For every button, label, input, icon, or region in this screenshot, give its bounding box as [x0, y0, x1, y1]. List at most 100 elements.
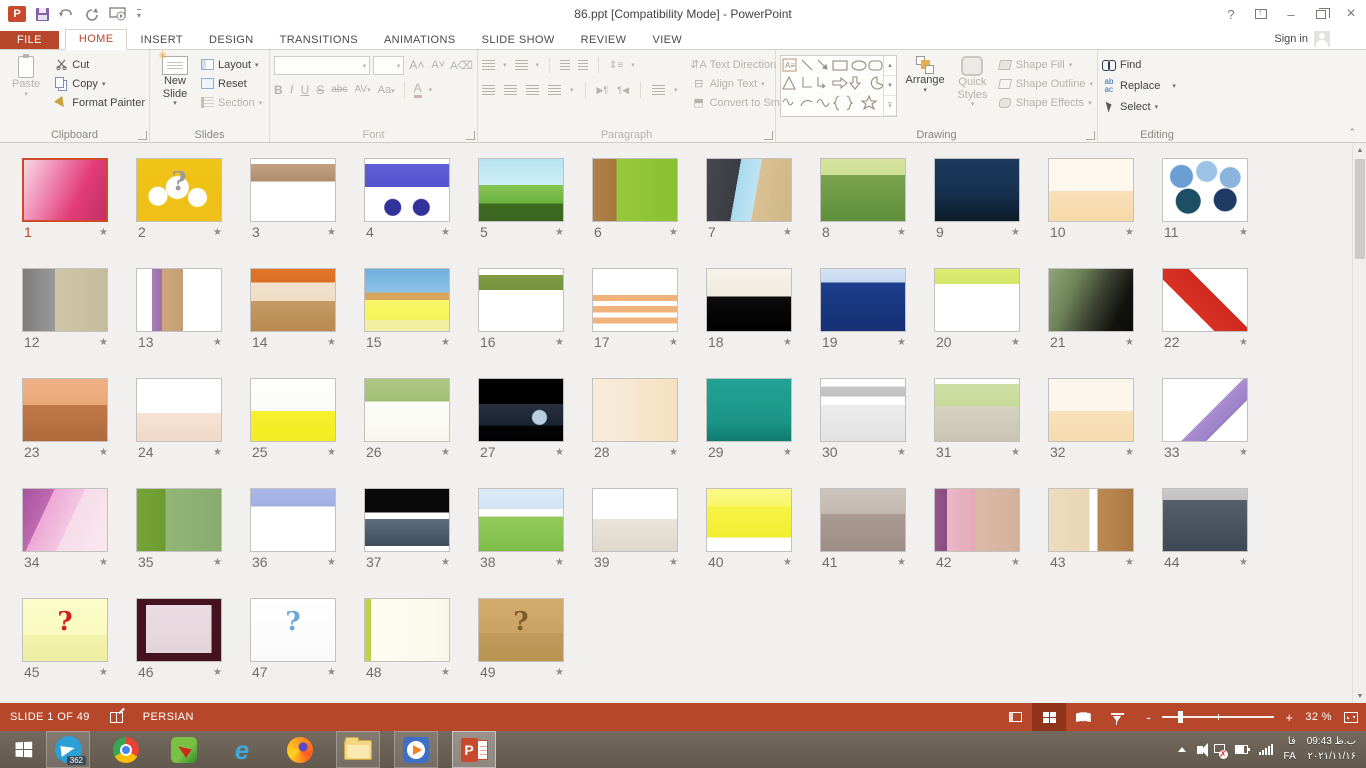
transition-star-icon[interactable]: ★	[783, 227, 792, 238]
slide-thumbnail-39[interactable]	[592, 488, 678, 552]
zoom-in-button[interactable]: +	[1281, 703, 1301, 731]
bullets-button[interactable]	[482, 60, 495, 70]
italic-button[interactable]: I	[290, 82, 294, 97]
slide-thumbnail-35[interactable]	[136, 488, 222, 552]
font-color-button[interactable]: A	[414, 81, 422, 98]
collapse-ribbon-button[interactable]: ⌃	[1348, 127, 1356, 138]
slide-thumbnail-4[interactable]	[364, 158, 450, 222]
slide-thumbnail-11[interactable]	[1162, 158, 1248, 222]
help-button[interactable]: ?	[1216, 0, 1246, 28]
save-icon[interactable]	[36, 8, 49, 21]
transition-star-icon[interactable]: ★	[99, 227, 108, 238]
slide-thumbnail-2[interactable]: ?	[136, 158, 222, 222]
slide-thumbnail-45[interactable]: ?	[22, 598, 108, 662]
action-center-icon[interactable]	[1214, 744, 1224, 756]
new-slide-button[interactable]: New Slide▾	[154, 53, 196, 112]
slide-thumbnail-43[interactable]	[1048, 488, 1134, 552]
slide-thumbnail-5[interactable]	[478, 158, 564, 222]
scroll-up-icon[interactable]: ▲	[1353, 143, 1366, 157]
normal-view-button[interactable]	[998, 703, 1032, 731]
slide-thumbnail-7[interactable]	[706, 158, 792, 222]
transition-star-icon[interactable]: ★	[1239, 447, 1248, 458]
increase-indent-button[interactable]	[578, 60, 588, 70]
left-to-right-button[interactable]: ▶¶	[597, 85, 609, 96]
transition-star-icon[interactable]: ★	[99, 447, 108, 458]
transition-star-icon[interactable]: ★	[669, 227, 678, 238]
increase-font-size-button[interactable]: A˄	[407, 56, 426, 75]
battery-icon[interactable]	[1235, 745, 1248, 754]
columns-button[interactable]	[652, 85, 665, 95]
transition-star-icon[interactable]: ★	[669, 557, 678, 568]
slide-thumbnail-41[interactable]	[820, 488, 906, 552]
tab-insert[interactable]: INSERT	[127, 31, 196, 50]
transition-star-icon[interactable]: ★	[783, 337, 792, 348]
tab-file[interactable]: FILE	[0, 31, 59, 50]
tab-design[interactable]: DESIGN	[196, 31, 267, 50]
gallery-scroll-up-icon[interactable]: ▲	[884, 56, 896, 76]
clear-formatting-button[interactable]: A⌫	[450, 56, 473, 75]
transition-star-icon[interactable]: ★	[327, 447, 336, 458]
transition-star-icon[interactable]: ★	[555, 337, 564, 348]
slide-thumbnail-17[interactable]	[592, 268, 678, 332]
section-button[interactable]: Section▾	[200, 93, 262, 112]
transition-star-icon[interactable]: ★	[1011, 447, 1020, 458]
volume-icon[interactable]	[1197, 746, 1203, 754]
slide-sorter-view-button[interactable]	[1032, 703, 1066, 731]
zoom-slider-thumb[interactable]	[1178, 711, 1183, 723]
transition-star-icon[interactable]: ★	[555, 557, 564, 568]
transition-star-icon[interactable]: ★	[669, 447, 678, 458]
transition-star-icon[interactable]: ★	[1125, 337, 1134, 348]
shape-effects-button[interactable]: Shape Effects▾	[998, 93, 1093, 112]
find-button[interactable]: Find	[1102, 55, 1212, 74]
taskbar-file-explorer[interactable]	[336, 731, 380, 768]
transition-star-icon[interactable]: ★	[1011, 227, 1020, 238]
fit-slide-to-window-button[interactable]	[1344, 712, 1358, 723]
transition-star-icon[interactable]: ★	[669, 337, 678, 348]
transition-star-icon[interactable]: ★	[897, 337, 906, 348]
slide-thumbnail-19[interactable]	[820, 268, 906, 332]
transition-star-icon[interactable]: ★	[897, 557, 906, 568]
bold-button[interactable]: B	[274, 83, 283, 97]
transition-star-icon[interactable]: ★	[441, 667, 450, 678]
slide-thumbnail-16[interactable]	[478, 268, 564, 332]
slide-thumbnail-28[interactable]	[592, 378, 678, 442]
transition-star-icon[interactable]: ★	[1125, 227, 1134, 238]
quick-styles-button[interactable]: Quick Styles▾	[953, 53, 992, 117]
slide-thumbnail-10[interactable]	[1048, 158, 1134, 222]
transition-star-icon[interactable]: ★	[213, 557, 222, 568]
slide-thumbnail-33[interactable]	[1162, 378, 1248, 442]
tab-slide-show[interactable]: SLIDE SHOW	[469, 31, 568, 50]
transition-star-icon[interactable]: ★	[213, 227, 222, 238]
taskbar-powerpoint[interactable]: P	[452, 731, 496, 768]
copy-button[interactable]: Copy▾	[54, 74, 145, 93]
language-indicator[interactable]: PERSIAN	[133, 703, 204, 731]
slide-thumbnail-22[interactable]	[1162, 268, 1248, 332]
slide-thumbnail-25[interactable]	[250, 378, 336, 442]
transition-star-icon[interactable]: ★	[327, 557, 336, 568]
change-case-button[interactable]: Aa▾	[378, 84, 395, 96]
minimize-button[interactable]: –	[1276, 0, 1306, 28]
slide-thumbnail-12[interactable]	[22, 268, 108, 332]
sign-in[interactable]: Sign in	[1274, 31, 1330, 47]
slide-show-button[interactable]	[1100, 703, 1134, 731]
transition-star-icon[interactable]: ★	[897, 447, 906, 458]
start-button[interactable]	[0, 731, 46, 768]
font-size-combo[interactable]: ▾	[373, 56, 404, 75]
ribbon-display-options-button[interactable]	[1246, 0, 1276, 28]
replace-button[interactable]: abac Replace▾	[1102, 76, 1212, 95]
network-signal-icon[interactable]	[1259, 744, 1273, 755]
slide-thumbnail-1[interactable]	[22, 158, 108, 222]
scroll-down-icon[interactable]: ▼	[1353, 689, 1366, 703]
shape-fill-button[interactable]: Shape Fill▾	[998, 55, 1093, 74]
decrease-indent-button[interactable]	[560, 60, 570, 70]
start-from-beginning-icon[interactable]	[109, 7, 127, 21]
transition-star-icon[interactable]: ★	[441, 557, 450, 568]
slide-thumbnail-49[interactable]: ?	[478, 598, 564, 662]
slide-thumbnail-24[interactable]	[136, 378, 222, 442]
slide-thumbnail-40[interactable]	[706, 488, 792, 552]
taskbar-media-player[interactable]	[394, 731, 438, 768]
transition-star-icon[interactable]: ★	[1125, 557, 1134, 568]
scrollbar-thumb[interactable]	[1355, 159, 1365, 259]
font-name-combo[interactable]: ▾	[274, 56, 370, 75]
slide-thumbnail-9[interactable]	[934, 158, 1020, 222]
